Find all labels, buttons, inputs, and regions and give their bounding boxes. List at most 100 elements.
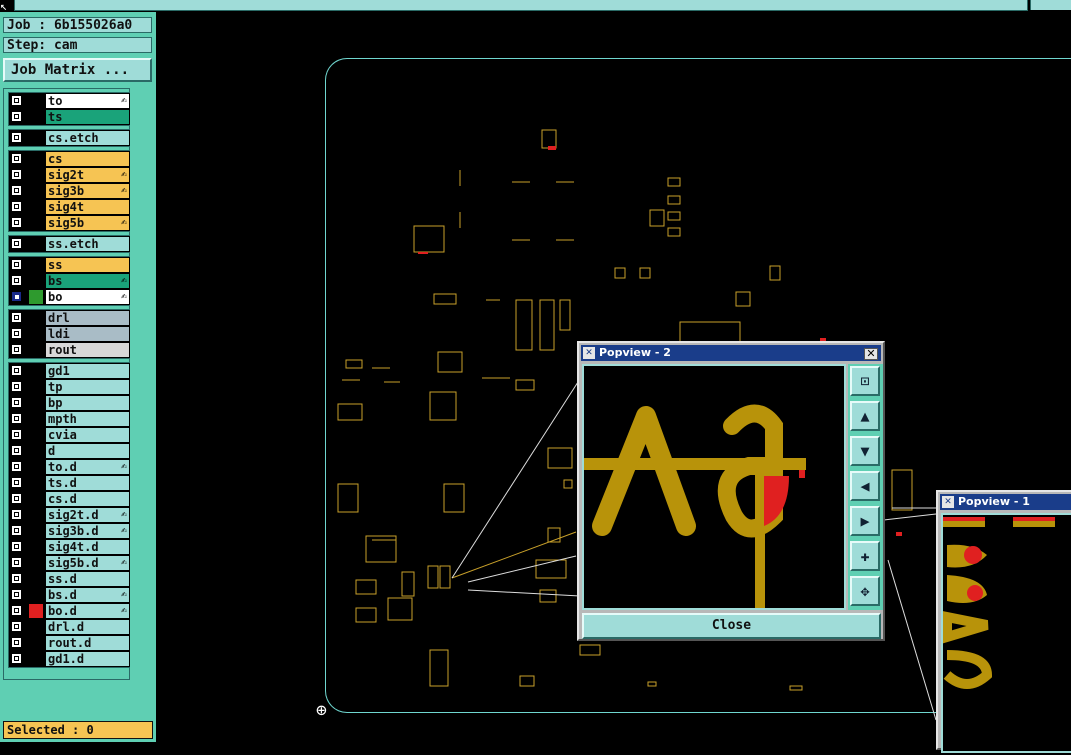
layer-color-swatch[interactable] <box>29 620 43 634</box>
layer-name[interactable]: ss <box>46 258 129 272</box>
layer-name[interactable]: cs.etch <box>46 131 129 145</box>
layer-name[interactable]: cs <box>46 152 129 166</box>
layer-checkbox[interactable] <box>11 477 22 488</box>
layer-color-swatch[interactable] <box>29 216 43 230</box>
layer-color-swatch[interactable] <box>29 540 43 554</box>
close-icon[interactable]: ✕ <box>864 348 878 360</box>
layer-color-swatch[interactable] <box>29 588 43 602</box>
popview-2-canvas[interactable] <box>582 364 846 610</box>
layer-row-drl[interactable]: drl <box>9 310 131 326</box>
layer-checkbox[interactable] <box>11 589 22 600</box>
layer-name[interactable]: bo.d ✍ <box>46 604 129 618</box>
layer-color-swatch[interactable] <box>29 636 43 650</box>
layer-color-swatch[interactable] <box>29 274 43 288</box>
layer-name[interactable]: gd1 <box>46 364 129 378</box>
layer-checkbox[interactable] <box>11 653 22 664</box>
layer-checkbox[interactable] <box>11 461 22 472</box>
layer-checkbox[interactable] <box>11 413 22 424</box>
popview-2-close-button[interactable]: Close <box>582 613 881 639</box>
layer-checkbox[interactable] <box>11 291 22 302</box>
layer-row-gd1[interactable]: gd1 <box>9 363 131 379</box>
layer-checkbox[interactable] <box>11 185 22 196</box>
layer-row-bp[interactable]: bp <box>9 395 131 411</box>
layer-row-sig4t-d[interactable]: sig4t.d <box>9 539 131 555</box>
layer-name[interactable]: sig3b ✍ <box>46 184 129 198</box>
layer-checkbox[interactable] <box>11 525 22 536</box>
layer-name[interactable]: bp <box>46 396 129 410</box>
layer-color-swatch[interactable] <box>29 311 43 325</box>
layer-checkbox[interactable] <box>11 132 22 143</box>
layer-checkbox[interactable] <box>11 217 22 228</box>
layer-color-swatch[interactable] <box>29 131 43 145</box>
zoom-fit-icon[interactable]: ⊡ <box>850 366 880 396</box>
layer-checkbox[interactable] <box>11 169 22 180</box>
pan-left-icon[interactable]: ◀ <box>850 471 880 501</box>
layer-color-swatch[interactable] <box>29 152 43 166</box>
layer-row-ts-d[interactable]: ts.d <box>9 475 131 491</box>
layer-row-ts[interactable]: ts <box>9 109 131 125</box>
layer-color-swatch[interactable] <box>29 258 43 272</box>
layer-checkbox[interactable] <box>11 328 22 339</box>
layer-name[interactable]: to ✍ <box>46 94 129 108</box>
layer-name[interactable]: sig5b.d ✍ <box>46 556 129 570</box>
layer-checkbox[interactable] <box>11 493 22 504</box>
layer-row-bs-d[interactable]: bs.d ✍ <box>9 587 131 603</box>
layer-name[interactable]: rout.d <box>46 636 129 650</box>
layer-name[interactable]: sig5b ✍ <box>46 216 129 230</box>
layer-color-swatch[interactable] <box>29 428 43 442</box>
popview-1-titlebar[interactable]: ✕ Popview - 1 <box>940 494 1071 510</box>
layer-checkbox[interactable] <box>11 275 22 286</box>
layer-name[interactable]: rout <box>46 343 129 357</box>
layer-checkbox[interactable] <box>11 541 22 552</box>
layer-checkbox[interactable] <box>11 95 22 106</box>
layer-name[interactable]: drl <box>46 311 129 325</box>
layer-row-bo-d[interactable]: bo.d ✍ <box>9 603 131 619</box>
layer-row-tp[interactable]: tp <box>9 379 131 395</box>
layer-color-swatch[interactable] <box>29 604 43 618</box>
layer-color-swatch[interactable] <box>29 508 43 522</box>
layer-color-swatch[interactable] <box>29 492 43 506</box>
layer-row-rout-d[interactable]: rout.d <box>9 635 131 651</box>
layer-color-swatch[interactable] <box>29 343 43 357</box>
layer-color-swatch[interactable] <box>29 327 43 341</box>
layer-checkbox[interactable] <box>11 637 22 648</box>
layer-color-swatch[interactable] <box>29 396 43 410</box>
layer-row-sig2t[interactable]: sig2t ✍ <box>9 167 131 183</box>
layer-checkbox[interactable] <box>11 153 22 164</box>
layer-checkbox[interactable] <box>11 381 22 392</box>
layer-checkbox[interactable] <box>11 445 22 456</box>
layer-row-sig3b-d[interactable]: sig3b.d ✍ <box>9 523 131 539</box>
layer-color-swatch[interactable] <box>29 380 43 394</box>
layer-color-swatch[interactable] <box>29 476 43 490</box>
pan-up-icon[interactable]: ▲ <box>850 401 880 431</box>
layer-row-sig3b[interactable]: sig3b ✍ <box>9 183 131 199</box>
layer-row-to[interactable]: to ✍ <box>9 93 131 109</box>
layer-name[interactable]: sig2t ✍ <box>46 168 129 182</box>
layer-checkbox[interactable] <box>11 259 22 270</box>
layer-name[interactable]: ss.etch <box>46 237 129 251</box>
layer-name[interactable]: ts <box>46 110 129 124</box>
layer-checkbox[interactable] <box>11 557 22 568</box>
layer-color-swatch[interactable] <box>29 184 43 198</box>
layer-list-scrollbar[interactable] <box>130 88 152 678</box>
layer-row-cs[interactable]: cs <box>9 151 131 167</box>
layer-checkbox[interactable] <box>11 509 22 520</box>
layer-name[interactable]: sig2t.d ✍ <box>46 508 129 522</box>
layer-name[interactable]: sig4t <box>46 200 129 214</box>
pan-right-icon[interactable]: ▶ <box>850 506 880 536</box>
layer-row-sig4t[interactable]: sig4t <box>9 199 131 215</box>
layer-color-swatch[interactable] <box>29 572 43 586</box>
layer-checkbox[interactable] <box>11 397 22 408</box>
job-matrix-button[interactable]: Job Matrix ... <box>3 58 152 82</box>
layer-color-swatch[interactable] <box>29 524 43 538</box>
layer-color-swatch[interactable] <box>29 237 43 251</box>
layer-name[interactable]: cvia <box>46 428 129 442</box>
layer-color-swatch[interactable] <box>29 200 43 214</box>
layer-row-sig2t-d[interactable]: sig2t.d ✍ <box>9 507 131 523</box>
layer-color-swatch[interactable] <box>29 168 43 182</box>
layer-name[interactable]: bs ✍ <box>46 274 129 288</box>
layer-row-cs-etch[interactable]: cs.etch <box>9 130 131 146</box>
layer-name[interactable]: d <box>46 444 129 458</box>
layer-name[interactable]: cs.d <box>46 492 129 506</box>
layer-row-bs[interactable]: bs ✍ <box>9 273 131 289</box>
